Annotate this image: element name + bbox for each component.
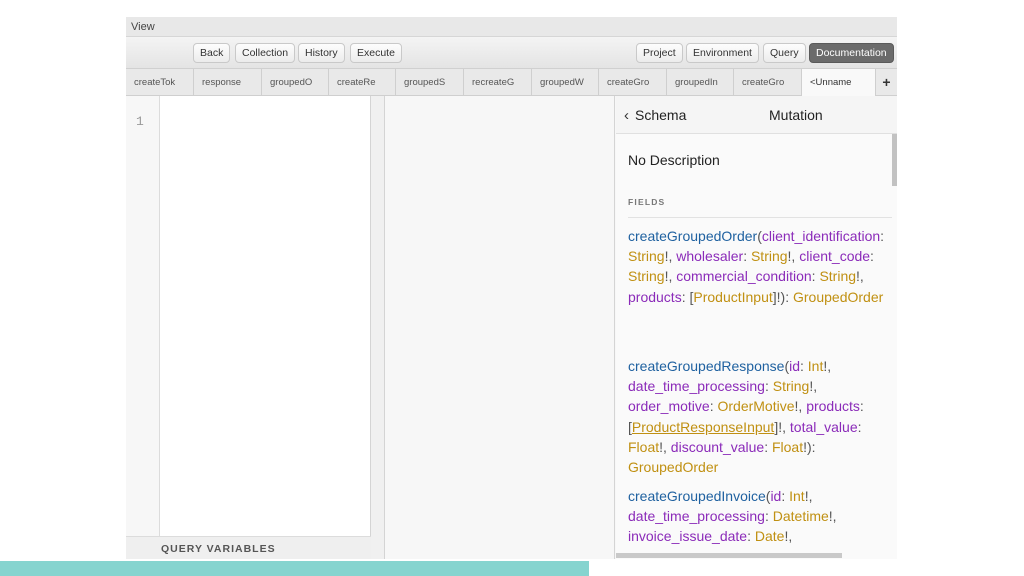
docs-vertical-scrollbar[interactable] (892, 134, 897, 186)
query-variables-label: QUERY VARIABLES (161, 543, 276, 555)
menu-bar: View (126, 17, 897, 37)
line-number: 1 (136, 114, 144, 129)
tab-label: groupedIn (675, 77, 718, 88)
collection-button[interactable]: Collection (235, 43, 296, 63)
plus-icon[interactable]: + (876, 69, 897, 96)
type-name[interactable]: String (751, 248, 788, 264)
field-name[interactable]: createGroupedInvoice (628, 488, 766, 504)
documentation-explorer: ‹ Schema Mutation No Description FIELDS … (616, 96, 897, 559)
toolbar: Back Collection History Execute Project … (126, 37, 897, 69)
arg-name: id (789, 358, 801, 374)
type-name[interactable]: Float (628, 439, 659, 455)
docs-body: No Description FIELDS createGroupedOrder… (616, 134, 897, 559)
docs-description: No Description (628, 152, 720, 168)
chevron-left-icon[interactable]: ‹ (624, 107, 629, 124)
tab-item[interactable]: groupedS (396, 69, 464, 96)
tab-item[interactable]: groupedW (532, 69, 599, 96)
arg-name: date_time_processing (628, 508, 765, 525)
arg-name: invoice_issue_date (628, 528, 748, 545)
arg-name: products (628, 288, 682, 305)
tab-item[interactable]: groupedIn (667, 69, 734, 96)
tab-item-active[interactable]: <Unname (802, 69, 876, 96)
tab-item[interactable]: recreateG (464, 69, 532, 96)
type-name[interactable]: String (628, 268, 665, 284)
query-button[interactable]: Query (763, 43, 806, 63)
tab-label: createTok (134, 77, 176, 88)
arg-name: client_code (799, 248, 871, 265)
tab-label: groupedS (404, 77, 446, 88)
execute-button[interactable]: Execute (350, 43, 402, 63)
arg-name: products (806, 398, 860, 415)
type-name[interactable]: ProductResponseInput (632, 419, 774, 435)
tab-item[interactable]: createTok (126, 69, 194, 96)
type-name[interactable]: ProductInput (693, 289, 772, 305)
arg-name: client_identification (761, 228, 881, 244)
tab-label: createGro (742, 77, 785, 88)
tab-label: <Unname (810, 77, 852, 88)
type-name[interactable]: Int (789, 488, 805, 504)
graphiql-window: View Back Collection History Execute Pro… (126, 17, 897, 559)
screen: View Back Collection History Execute Pro… (0, 0, 1024, 576)
query-variables-bar[interactable]: QUERY VARIABLES (126, 536, 371, 559)
query-editor[interactable]: 1 QUERY VARIABLES (126, 96, 371, 559)
type-name[interactable]: Date (755, 528, 785, 544)
tab-item[interactable]: createRe (329, 69, 396, 96)
type-name[interactable]: String (773, 378, 810, 394)
arg-name: discount_value (670, 438, 765, 455)
tab-label: groupedW (540, 77, 584, 88)
accent-strip (0, 561, 589, 576)
arg-name: order_motive (628, 398, 710, 415)
environment-button[interactable]: Environment (686, 43, 759, 63)
tab-label: groupedO (270, 77, 313, 88)
back-button[interactable]: Back (193, 43, 231, 63)
tab-item[interactable]: response (194, 69, 262, 96)
result-pane (385, 96, 615, 559)
arg-name: date_time_processing (628, 378, 765, 395)
type-name[interactable]: String (819, 268, 856, 284)
fields-heading: FIELDS (628, 197, 666, 207)
field-name[interactable]: createGroupedOrder (628, 228, 757, 244)
docs-horizontal-scrollbar[interactable] (616, 553, 842, 558)
docs-back-link[interactable]: Schema (635, 107, 686, 123)
field-name[interactable]: createGroupedResponse (628, 358, 784, 374)
tab-label: createGro (607, 77, 650, 88)
tab-item[interactable]: createGro (734, 69, 802, 96)
tab-label: createRe (337, 77, 376, 88)
project-button[interactable]: Project (636, 43, 683, 63)
tab-label: response (202, 77, 242, 88)
arg-name: id (770, 488, 782, 504)
arg-name: total_value (789, 418, 858, 435)
arg-name: wholesaler (676, 248, 744, 265)
docs-header: ‹ Schema Mutation (616, 96, 897, 134)
type-name[interactable]: Float (772, 439, 803, 455)
tab-label: recreateG (472, 77, 515, 88)
field-create-grouped-order: createGroupedOrder(client_identification… (628, 228, 885, 305)
divider (628, 217, 892, 218)
type-name[interactable]: GroupedOrder (793, 289, 883, 305)
type-name[interactable]: Int (808, 358, 824, 374)
arg-name: commercial_condition (676, 268, 812, 285)
type-name[interactable]: String (628, 248, 665, 264)
documentation-button[interactable]: Documentation (809, 43, 894, 63)
tab-bar: createTok response groupedO createRe gro… (126, 69, 897, 96)
docs-title: Mutation (769, 107, 823, 123)
field-create-grouped-invoice: createGroupedInvoice(id: Int!, date_time… (628, 488, 837, 545)
tab-item[interactable]: groupedO (262, 69, 329, 96)
pane-splitter[interactable] (371, 96, 385, 559)
type-name[interactable]: GroupedOrder (628, 459, 718, 475)
type-name[interactable]: Datetime (773, 508, 829, 524)
line-gutter: 1 (126, 96, 160, 536)
type-name[interactable]: OrderMotive (717, 398, 794, 414)
tab-item[interactable]: createGro (599, 69, 667, 96)
history-button[interactable]: History (298, 43, 345, 63)
field-create-grouped-response: createGroupedResponse(id: Int!, date_tim… (628, 358, 864, 476)
menu-view[interactable]: View (131, 21, 155, 33)
